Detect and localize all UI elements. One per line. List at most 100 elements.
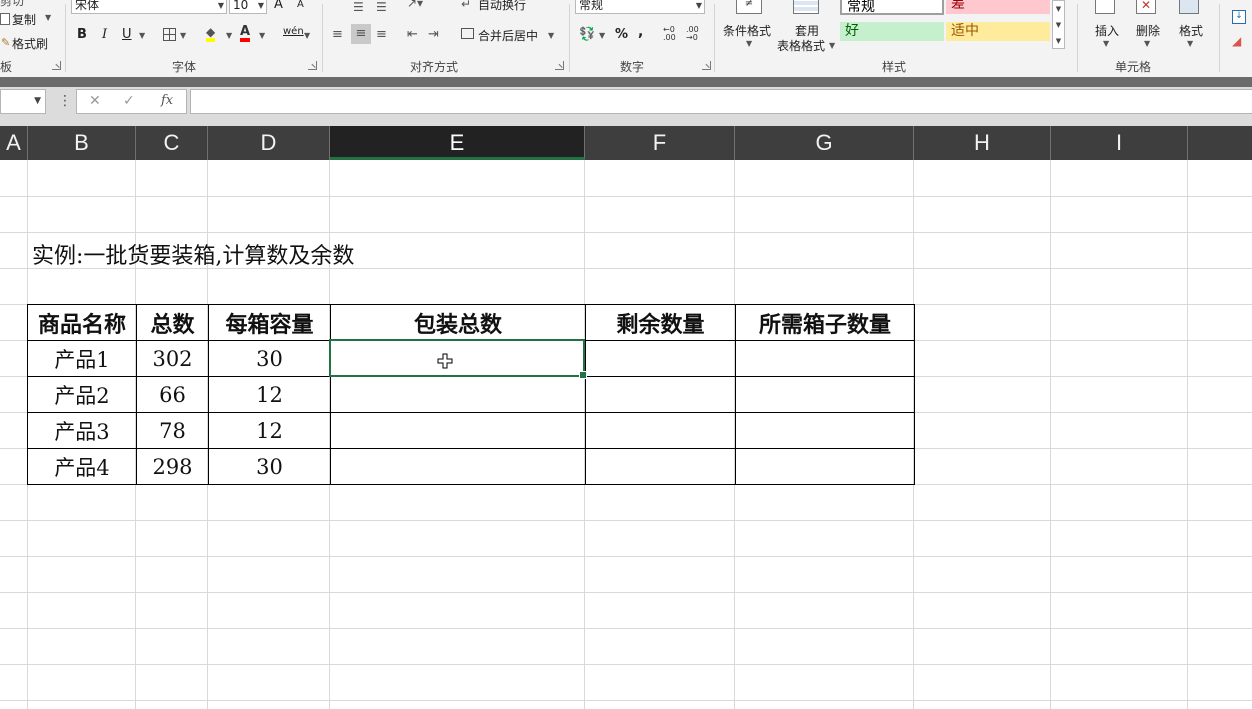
format-cells-button[interactable]: 格式 xyxy=(1179,22,1203,39)
table-cell[interactable] xyxy=(330,376,586,413)
italic-button[interactable]: I xyxy=(102,27,107,42)
table-cell[interactable]: 产品2 xyxy=(27,376,137,413)
header-cell-boxes-needed[interactable]: 所需箱子数量 xyxy=(735,304,915,341)
conditional-format-button[interactable]: 条件格式 xyxy=(723,22,771,39)
format-painter-button[interactable]: 格式刷 xyxy=(12,35,48,52)
clear-icon[interactable]: ◢ xyxy=(1232,34,1241,48)
copy-dropdown-icon[interactable]: ▼ xyxy=(45,13,51,22)
styles-scroll[interactable]: ▼ ▼ ▼ xyxy=(1052,0,1065,49)
column-header-c[interactable]: C xyxy=(136,126,208,160)
wrap-text-button[interactable]: 自动换行 xyxy=(478,0,526,13)
column-header-g[interactable]: G xyxy=(735,126,914,160)
table-cell[interactable] xyxy=(330,448,586,485)
font-name-combo[interactable]: 宋体 ▼ xyxy=(71,0,227,14)
align-center-icon[interactable]: ≡ xyxy=(351,24,371,44)
table-cell[interactable]: 30 xyxy=(208,448,331,485)
cancel-icon[interactable]: ✕ xyxy=(89,93,101,109)
phonetic-button[interactable]: wén xyxy=(283,26,304,37)
header-cell-total[interactable]: 总数 xyxy=(136,304,209,341)
decrease-indent-icon[interactable]: ⇤ xyxy=(407,27,418,42)
table-cell[interactable]: 302 xyxy=(136,340,209,377)
borders-icon[interactable] xyxy=(163,28,176,41)
table-cell[interactable] xyxy=(330,412,586,449)
table-cell[interactable]: 30 xyxy=(208,340,331,377)
table-cell[interactable] xyxy=(585,448,736,485)
style-normal[interactable]: 常规 xyxy=(840,0,944,15)
style-good[interactable]: 好 xyxy=(840,22,944,41)
insert-function-button[interactable]: fx xyxy=(161,93,173,108)
format-dropdown-icon[interactable]: ▼ xyxy=(1187,39,1193,48)
merge-dropdown-icon[interactable]: ▼ xyxy=(548,31,554,40)
table-cell[interactable] xyxy=(735,448,915,485)
delete-dropdown-icon[interactable]: ▼ xyxy=(1144,39,1150,48)
formula-bar-grip-icon[interactable]: ⋮ xyxy=(58,93,72,109)
table-cell[interactable]: 12 xyxy=(208,412,331,449)
percent-button[interactable]: % xyxy=(615,27,628,42)
table-cell[interactable] xyxy=(585,412,736,449)
fill-icon[interactable]: ↓ xyxy=(1232,10,1246,24)
worksheet-grid[interactable]: 实例:一批货要装箱,计算数及余数 商品名称 总数 每箱容量 包装总数 剩余数量 … xyxy=(0,160,1252,709)
column-header-e[interactable]: E xyxy=(330,126,585,160)
alignment-launcher-icon[interactable] xyxy=(555,61,564,70)
column-header-d[interactable]: D xyxy=(208,126,330,160)
align-right-icon[interactable]: ≡ xyxy=(376,27,387,42)
align-middle-icon[interactable]: ☰ xyxy=(353,0,364,14)
table-cell[interactable] xyxy=(735,340,915,377)
cut-button[interactable]: 剪切 xyxy=(0,0,24,9)
column-header-a[interactable]: A xyxy=(0,126,28,160)
font-color-dropdown-icon[interactable]: ▼ xyxy=(259,31,265,40)
font-launcher-icon[interactable] xyxy=(308,61,317,70)
table-cell[interactable] xyxy=(330,340,586,377)
table-cell[interactable]: 产品1 xyxy=(27,340,137,377)
column-header-h[interactable]: H xyxy=(914,126,1051,160)
header-cell-box-capacity[interactable]: 每箱容量 xyxy=(208,304,331,341)
insert-cells-button[interactable]: 插入 xyxy=(1095,22,1119,39)
enter-icon[interactable]: ✓ xyxy=(123,93,135,109)
fill-color-icon[interactable]: ◆ xyxy=(206,26,216,42)
table-cell[interactable] xyxy=(585,376,736,413)
column-header-f[interactable]: F xyxy=(585,126,735,160)
column-header-j[interactable] xyxy=(1188,126,1252,160)
phonetic-dropdown-icon[interactable]: ▼ xyxy=(304,31,310,40)
merge-center-button[interactable]: 合并后居中 xyxy=(478,27,538,44)
table-format-button-line2[interactable]: 表格格式 xyxy=(777,37,825,54)
table-cell[interactable] xyxy=(735,376,915,413)
copy-button[interactable]: 复制 xyxy=(12,11,36,28)
align-bottom-icon[interactable]: ☰ xyxy=(376,0,387,14)
style-bad[interactable]: 差 xyxy=(946,0,1050,14)
font-size-combo[interactable]: 10 ▼ xyxy=(229,0,267,14)
fill-color-dropdown-icon[interactable]: ▼ xyxy=(226,31,232,40)
formula-input[interactable] xyxy=(190,89,1252,114)
number-format-combo[interactable]: 常规 ▼ xyxy=(575,0,705,14)
conditional-format-dropdown-icon[interactable]: ▼ xyxy=(746,39,752,48)
header-cell-remaining[interactable]: 剩余数量 xyxy=(585,304,736,341)
header-cell-product-name[interactable]: 商品名称 xyxy=(27,304,137,341)
font-color-icon[interactable]: A xyxy=(240,25,251,42)
table-cell[interactable] xyxy=(585,340,736,377)
table-cell[interactable]: 298 xyxy=(136,448,209,485)
clipboard-launcher-icon[interactable] xyxy=(52,61,61,70)
align-left-icon[interactable]: ≡ xyxy=(332,27,343,42)
accounting-dropdown-icon[interactable]: ▼ xyxy=(599,31,605,40)
underline-dropdown-icon[interactable]: ▼ xyxy=(139,31,145,40)
orientation-icon[interactable]: ↗▾ xyxy=(407,0,423,10)
decrease-decimal-icon[interactable]: .00 →0 xyxy=(686,26,699,42)
table-cell[interactable] xyxy=(735,412,915,449)
accounting-format-icon[interactable]: 💱 xyxy=(579,27,595,42)
table-cell[interactable]: 产品4 xyxy=(27,448,137,485)
underline-button[interactable]: U xyxy=(122,27,132,42)
insert-dropdown-icon[interactable]: ▼ xyxy=(1103,39,1109,48)
borders-dropdown-icon[interactable]: ▼ xyxy=(180,31,186,40)
column-header-i[interactable]: I xyxy=(1051,126,1188,160)
table-cell[interactable]: 78 xyxy=(136,412,209,449)
increase-decimal-icon[interactable]: ←0.00 xyxy=(663,26,676,42)
increase-indent-icon[interactable]: ⇥ xyxy=(428,27,439,42)
table-format-dropdown-icon[interactable]: ▼ xyxy=(829,41,835,50)
bold-button[interactable]: B xyxy=(77,27,87,42)
column-header-b[interactable]: B xyxy=(28,126,136,160)
header-cell-packed-total[interactable]: 包装总数 xyxy=(330,304,586,341)
name-box[interactable]: ▼ xyxy=(0,89,46,114)
shrink-font-button[interactable]: A xyxy=(297,0,304,10)
table-cell[interactable]: 66 xyxy=(136,376,209,413)
table-cell[interactable]: 产品3 xyxy=(27,412,137,449)
